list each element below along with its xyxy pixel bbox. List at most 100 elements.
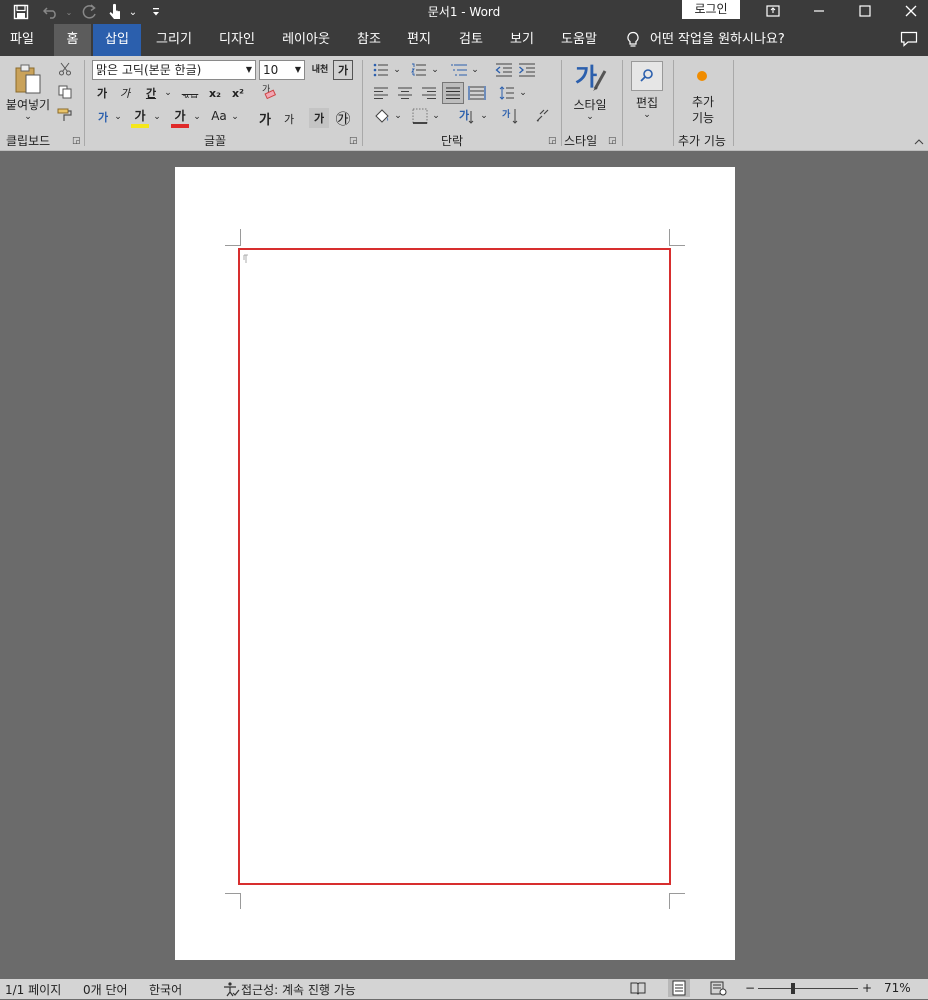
styles-button[interactable]: 스타일 [566,96,614,112]
dialog-launcher-icon[interactable]: ◲ [548,136,557,146]
superscript-button[interactable]: x² [229,84,247,102]
decrease-indent-icon[interactable] [494,62,514,78]
subscript-button[interactable]: x₂ [206,84,224,102]
zoom-slider-thumb[interactable] [791,983,795,994]
web-layout-icon[interactable] [710,980,728,996]
cut-icon[interactable] [56,60,74,78]
close-icon[interactable] [888,0,928,22]
justify-icon[interactable] [442,82,464,104]
dialog-launcher-icon[interactable]: ◲ [72,136,81,146]
zoom-in-button[interactable]: + [862,981,872,995]
maximize-icon[interactable] [842,0,888,22]
login-button[interactable]: 로그인 [682,0,740,19]
text-effects-button[interactable]: 가 [94,108,112,126]
page-count[interactable]: 1/1 페이지 [5,981,61,998]
increase-indent-icon[interactable] [517,62,537,78]
align-left-icon[interactable] [372,85,390,101]
comments-icon[interactable] [900,31,918,47]
italic-button[interactable]: 가 [117,84,133,102]
font-color-button[interactable]: 가 [170,106,190,128]
tab-help[interactable]: 도움말 [555,24,603,56]
document-canvas[interactable] [0,151,928,979]
align-center-icon[interactable] [396,85,414,101]
highlight-color-button[interactable]: 가 [130,106,150,128]
character-shading-button[interactable]: 가 [309,108,329,128]
line-spacing-icon[interactable] [498,84,516,102]
tab-home[interactable]: 홈 [54,24,91,56]
phonetic-guide-button[interactable]: 내천 [310,60,330,80]
tab-review[interactable]: 검토 [452,24,490,56]
chevron-down-icon[interactable]: ⌄ [470,64,480,76]
underline-button[interactable]: 간 [142,84,160,102]
align-right-icon[interactable] [420,85,438,101]
change-case-button[interactable]: Aa [208,106,230,126]
bold-button[interactable]: 가 [94,84,110,102]
shading-icon[interactable] [372,106,392,126]
sort-icon[interactable]: 가 [500,106,522,126]
document-text-area[interactable] [238,248,671,885]
dialog-launcher-icon[interactable]: ◲ [349,136,358,146]
numbering-icon[interactable] [410,62,428,78]
paste-icon[interactable] [10,62,46,96]
tab-view[interactable]: 보기 [503,24,541,56]
tab-layout[interactable]: 레이아웃 [276,24,336,56]
chevron-down-icon[interactable]: ⌄ [479,110,489,122]
zoom-level[interactable]: 71% [884,981,911,995]
read-mode-icon[interactable] [630,980,646,996]
font-name-combobox[interactable]: 맑은 고딕(본문 한글) ▼ [92,60,256,80]
accessibility-status[interactable]: 접근성: 계속 진행 가능 [241,981,356,998]
tab-references[interactable]: 참조 [350,24,388,56]
editing-button[interactable]: 편집 [627,94,667,110]
word-count[interactable]: 0개 단어 [83,981,128,998]
paste-button[interactable]: 붙여넣기 [2,96,54,112]
minimize-icon[interactable] [796,0,842,22]
strikethrough-button[interactable]: ᆪᆸ [180,84,200,102]
bullets-icon[interactable] [372,62,390,78]
font-size-combobox[interactable]: 10 ▼ [259,60,305,80]
tell-me-box[interactable]: 어떤 작업을 원하시나요? [626,24,785,56]
enclose-characters-button[interactable]: ㉮ [333,108,353,128]
shrink-font-button[interactable]: 가 [280,110,298,128]
chevron-down-icon[interactable]: ⌄ [641,110,653,120]
language-indicator[interactable]: 한국어 [149,981,182,998]
zoom-slider-track[interactable] [758,988,858,989]
tab-file[interactable]: 파일 [0,24,44,56]
styles-icon[interactable]: 가 [572,60,608,94]
chevron-down-icon[interactable]: ⌄ [22,112,34,122]
chevron-down-icon[interactable]: ⌄ [113,110,123,124]
character-border-button[interactable]: 가 [333,60,353,80]
multilevel-list-icon[interactable] [449,62,469,78]
borders-icon[interactable] [410,106,430,126]
chevron-down-icon[interactable]: ⌄ [230,110,240,124]
chevron-down-icon[interactable]: ⌄ [163,86,173,100]
chevron-down-icon[interactable]: ⌄ [392,64,402,76]
chevron-down-icon[interactable]: ⌄ [192,110,202,124]
clear-formatting-icon[interactable]: 가 [259,82,279,102]
add-ins-button[interactable]: 추가 기능 [680,94,726,126]
chevron-down-icon[interactable]: ⌄ [152,110,162,124]
print-layout-icon[interactable] [668,979,690,997]
chevron-down-icon[interactable]: ⌄ [393,110,403,122]
search-icon[interactable] [631,61,663,91]
collapse-ribbon-icon[interactable] [912,136,926,148]
document-page[interactable] [175,167,735,960]
chevron-down-icon[interactable]: ⌄ [431,110,441,122]
format-painter-icon[interactable] [56,106,74,124]
tab-draw[interactable]: 그리기 [150,24,198,56]
show-marks-icon[interactable] [533,106,553,126]
ribbon-display-icon[interactable] [750,0,796,22]
grow-font-button[interactable]: 가 [256,108,274,128]
tab-mailings[interactable]: 편지 [400,24,438,56]
copy-icon[interactable] [56,83,74,101]
chevron-down-icon[interactable]: ⌄ [518,87,528,99]
dialog-launcher-icon[interactable]: ◲ [608,136,617,146]
tab-design[interactable]: 디자인 [212,24,262,56]
chevron-down-icon[interactable]: ⌄ [430,64,440,76]
tab-insert[interactable]: 삽입 [93,24,141,56]
accessibility-icon[interactable] [222,981,240,997]
distributed-icon[interactable] [467,83,487,103]
asian-layout-icon[interactable]: 가 [456,106,478,126]
chevron-down-icon[interactable]: ⌄ [584,112,596,122]
add-ins-icon[interactable] [692,66,712,86]
zoom-out-button[interactable]: − [745,981,755,995]
